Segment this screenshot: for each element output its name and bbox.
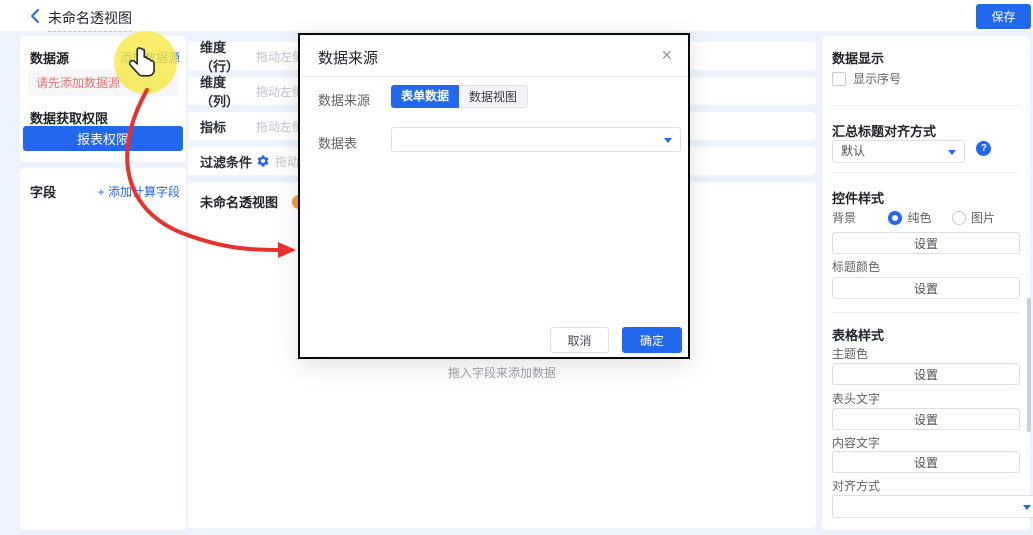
chevron-down-icon — [948, 150, 956, 155]
datasource-modal: 数据来源 × 数据来源 表单数据 数据视图 数据表 取消 确定 — [298, 33, 690, 359]
chevron-down-icon — [664, 138, 672, 143]
align-label: 对齐方式 — [832, 477, 1020, 494]
dimension-row-label: 维度（行） — [200, 37, 256, 75]
save-button[interactable]: 保存 — [976, 4, 1031, 29]
pivot-title: 未命名透视图 — [200, 192, 278, 211]
widget-style-title: 控件样式 — [832, 188, 1020, 207]
datasource-panel: 数据源 添加数据源 请先添加数据源 数据获取权限 报表权限 — [20, 36, 186, 162]
bg-solid-radio[interactable] — [888, 211, 902, 225]
dimension-col-label: 维度（列） — [200, 72, 256, 110]
data-permission-title: 数据获取权限 — [30, 108, 108, 127]
cancel-button[interactable]: 取消 — [550, 327, 609, 353]
divider — [832, 312, 1020, 313]
report-permission-button[interactable]: 报表权限 — [23, 126, 183, 151]
fields-title: 字段 — [30, 182, 56, 201]
title-color-label: 标题颜色 — [832, 258, 1020, 275]
show-index-label: 显示序号 — [853, 72, 901, 86]
add-calc-field-link[interactable]: + 添加计算字段 — [98, 183, 180, 200]
header-text-label: 表头文字 — [832, 390, 1020, 407]
back-icon[interactable] — [26, 7, 44, 25]
datasource-title: 数据源 — [30, 48, 69, 67]
tab-data-view[interactable]: 数据视图 — [459, 85, 528, 108]
background-label: 背景 — [832, 211, 856, 225]
modal-header: 数据来源 × — [300, 35, 688, 77]
tab-form-data[interactable]: 表单数据 — [391, 85, 459, 108]
close-icon[interactable]: × — [661, 45, 672, 65]
table-style-title: 表格样式 — [832, 325, 1020, 344]
bg-image-label: 图片 — [971, 211, 995, 225]
pivot-designer-app: 未命名透视图 保存 数据源 添加数据源 请先添加数据源 数据获取权限 报表权限 … — [0, 0, 1033, 535]
show-index-checkbox[interactable] — [832, 72, 846, 86]
data-table-select[interactable] — [391, 127, 681, 152]
fields-panel: 字段 + 添加计算字段 — [20, 168, 186, 530]
bg-image-radio[interactable] — [952, 211, 966, 225]
header-text-set-button[interactable]: 设置 — [832, 408, 1020, 430]
confirm-button[interactable]: 确定 — [622, 327, 682, 353]
data-table-label: 数据表 — [318, 133, 357, 152]
bg-solid-label: 纯色 — [907, 211, 931, 225]
title-color-set-button[interactable]: 设置 — [832, 277, 1020, 299]
summary-align-title: 汇总标题对齐方式 — [832, 121, 1020, 140]
top-bar: 未命名透视图 保存 — [0, 0, 1033, 32]
metric-label: 指标 — [200, 117, 256, 136]
summary-align-select[interactable]: 默认 — [832, 140, 965, 163]
datasource-warning: 请先添加数据源 — [28, 70, 178, 96]
theme-color-label: 主题色 — [832, 345, 1020, 362]
source-type-label: 数据来源 — [318, 90, 370, 109]
add-datasource-link[interactable]: 添加数据源 — [120, 49, 180, 66]
filter-settings-gear-icon[interactable] — [256, 154, 270, 168]
chevron-down-icon — [1023, 505, 1031, 510]
background-set-button[interactable]: 设置 — [832, 232, 1020, 254]
divider — [832, 172, 1020, 173]
modal-title: 数据来源 — [318, 47, 378, 68]
divider — [832, 105, 1020, 106]
settings-panel: 数据显示 显示序号 汇总标题对齐方式 默认 ? 控件样式 背景 纯色 图片 设置… — [822, 36, 1030, 530]
help-icon[interactable]: ? — [976, 141, 991, 156]
align-select[interactable] — [832, 495, 1033, 518]
content-text-set-button[interactable]: 设置 — [832, 451, 1020, 473]
data-display-title: 数据显示 — [832, 48, 1020, 67]
filter-label: 过滤条件 — [200, 152, 256, 171]
page-title: 未命名透视图 — [48, 8, 132, 32]
theme-color-set-button[interactable]: 设置 — [832, 363, 1020, 385]
source-type-tabs: 表单数据 数据视图 — [391, 85, 528, 108]
scrollbar-thumb[interactable] — [1027, 298, 1031, 432]
content-text-label: 内容文字 — [832, 434, 1020, 451]
drop-field-hint: 拖入字段来添加数据 — [188, 364, 816, 381]
